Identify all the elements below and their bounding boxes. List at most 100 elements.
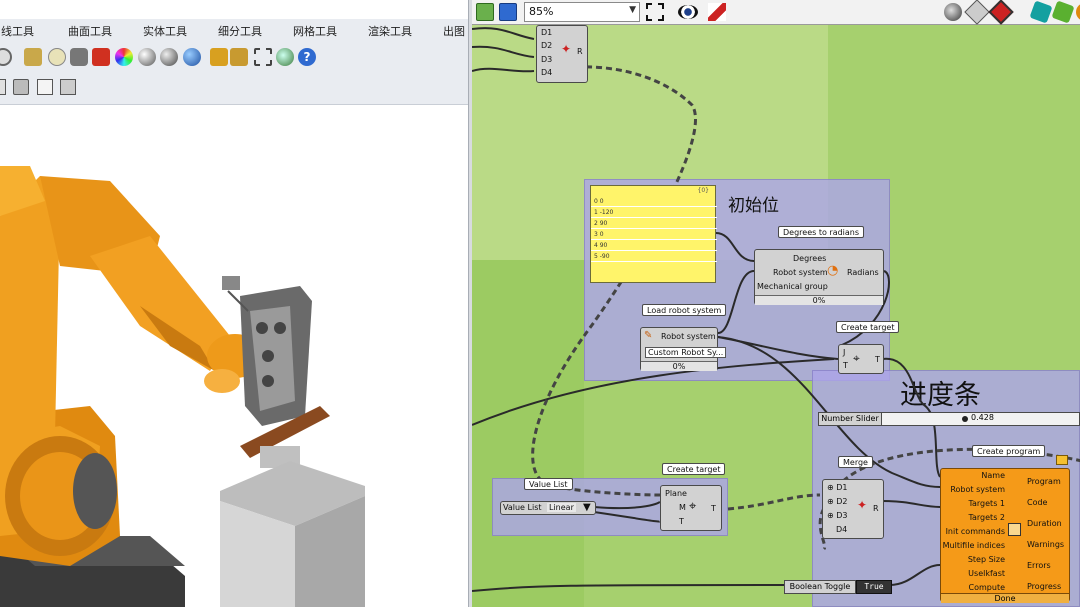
toggle-label: Boolean Toggle bbox=[784, 580, 856, 594]
group-label-progress: 进度条 bbox=[900, 380, 981, 411]
chevron-down-icon: ▼ bbox=[629, 5, 636, 15]
panel-path: {0} bbox=[697, 187, 709, 194]
print-icon[interactable] bbox=[13, 79, 29, 95]
selected-only-icon[interactable] bbox=[1029, 0, 1053, 24]
create-target-top-component[interactable]: J T ⌖ T bbox=[838, 344, 884, 374]
render-sphere-icon[interactable] bbox=[160, 48, 178, 66]
help-icon[interactable]: ? bbox=[298, 48, 316, 66]
output-radians: Radians bbox=[847, 268, 879, 277]
input-d4: D4 bbox=[836, 525, 848, 534]
robot-arm-icon: ✎ bbox=[644, 330, 653, 341]
number-slider[interactable]: Number Slider 0.428 bbox=[818, 412, 1080, 426]
zoom-level-value: 85% bbox=[529, 5, 554, 18]
save-file-icon[interactable] bbox=[499, 3, 517, 21]
output-t: T bbox=[711, 504, 716, 513]
rhino-window: 曲线工具 曲面工具 实体工具 细分工具 网格工具 渲染工具 出图 ? bbox=[0, 0, 470, 607]
value-list-selected[interactable]: Linear bbox=[547, 503, 576, 512]
globe-icon[interactable] bbox=[276, 48, 294, 66]
load-robot-component[interactable]: ✎ Robot system Custom Robot Sy... 0% bbox=[640, 327, 727, 371]
panel-row: 4 90 bbox=[591, 240, 717, 251]
zoom-level-select[interactable]: 85% ▼ bbox=[524, 2, 640, 22]
preview-mode-icon[interactable] bbox=[944, 3, 962, 21]
output-t: T bbox=[875, 355, 880, 364]
tab-render-tools[interactable]: 渲染工具 bbox=[368, 23, 412, 39]
radians-icon: ◔ bbox=[827, 263, 839, 278]
merge-icon: ✦ bbox=[561, 42, 572, 56]
robot-system-value[interactable]: Custom Robot Sy... bbox=[645, 347, 727, 358]
value-list-label: Value List bbox=[503, 503, 542, 512]
status-icon[interactable] bbox=[1076, 3, 1080, 21]
shaded-preview-icon[interactable] bbox=[988, 0, 1014, 25]
merge-icon: ✦ bbox=[857, 498, 868, 512]
create-program-component[interactable]: Name Robot system Targets 1 Targets 2 In… bbox=[940, 468, 1070, 603]
output-r: R bbox=[577, 47, 583, 56]
preview-eye-icon[interactable] bbox=[678, 5, 698, 19]
slider-label: Number Slider bbox=[818, 412, 882, 426]
tab-layout[interactable]: 出图 bbox=[443, 23, 465, 39]
color-wheel-icon[interactable] bbox=[115, 48, 133, 66]
input-name: Name bbox=[981, 471, 1005, 480]
program-icon bbox=[1008, 523, 1021, 536]
input-plane: Plane bbox=[665, 489, 687, 498]
document-preview-icon[interactable] bbox=[1051, 0, 1075, 24]
merge-title: Merge bbox=[838, 456, 873, 468]
create-target-bottom-component[interactable]: Plane M T ⌖ T bbox=[660, 485, 722, 531]
slider-value: 0.428 bbox=[971, 413, 994, 422]
paint-bucket-icon[interactable] bbox=[92, 48, 110, 66]
tab-mesh-tools[interactable]: 网格工具 bbox=[293, 23, 337, 39]
toggle-value[interactable]: True bbox=[856, 580, 892, 594]
input-m: M bbox=[679, 503, 686, 512]
tab-curve-tools[interactable]: 曲线工具 bbox=[0, 23, 34, 39]
output-duration: Duration bbox=[1027, 519, 1062, 528]
merge-component[interactable]: ⊕ D1 ⊕ D2 ⊕ D3 D4 ✦ R bbox=[822, 479, 884, 539]
input-d1: D1 bbox=[541, 28, 553, 37]
circle-tool-icon[interactable] bbox=[0, 48, 12, 66]
lock-icon[interactable] bbox=[70, 48, 88, 66]
load-progress: 0% bbox=[641, 361, 717, 371]
light-bulb-icon[interactable] bbox=[48, 48, 66, 66]
spotlight-icon[interactable] bbox=[210, 48, 228, 66]
viewport-icon[interactable] bbox=[0, 79, 6, 95]
joint-values-panel[interactable]: {0} 0 0 1 -120 2 90 3 0 4 90 5 -90 bbox=[590, 185, 717, 283]
zoom-extents-icon[interactable] bbox=[646, 3, 664, 21]
gear-icon[interactable] bbox=[230, 48, 248, 66]
output-r: R bbox=[873, 504, 879, 513]
input-d2: D2 bbox=[541, 41, 553, 50]
target-icon: ⌖ bbox=[853, 351, 860, 365]
value-list-title: Value List bbox=[524, 478, 573, 490]
slider-handle[interactable] bbox=[962, 416, 968, 422]
tab-surface-tools[interactable]: 曲面工具 bbox=[68, 23, 112, 39]
input-t: T bbox=[843, 361, 848, 370]
create-program-title: Create program bbox=[972, 445, 1046, 457]
target-icon: ⌖ bbox=[689, 499, 697, 514]
input-mechanical-group: Mechanical group bbox=[757, 282, 828, 291]
top-merge-component[interactable]: D1 D2 D3 D4 ✦ R bbox=[536, 25, 588, 83]
create-target-bottom-title: Create target bbox=[662, 463, 726, 475]
rhino-top-strip bbox=[0, 0, 470, 19]
input-d3: D3 bbox=[541, 55, 553, 64]
output-code: Code bbox=[1027, 498, 1048, 507]
boolean-toggle[interactable]: Boolean Toggle True bbox=[784, 580, 892, 594]
lock-layout-icon[interactable] bbox=[60, 79, 76, 95]
value-list-component[interactable]: Value List Linear ▼ bbox=[500, 501, 596, 515]
tab-subd-tools[interactable]: 细分工具 bbox=[218, 23, 262, 39]
sketch-pen-icon[interactable] bbox=[708, 3, 726, 21]
output-errors: Errors bbox=[1027, 561, 1051, 570]
environment-icon[interactable] bbox=[183, 48, 201, 66]
tab-solid-tools[interactable]: 实体工具 bbox=[143, 23, 187, 39]
layout-icon[interactable] bbox=[37, 79, 53, 95]
input-step-size: Step Size bbox=[967, 555, 1005, 564]
wireframe-icon[interactable] bbox=[964, 0, 990, 25]
gh-canvas-toolbar: 85% ▼ bbox=[472, 0, 1080, 25]
gh-canvas[interactable]: 初始位 进度条 D1 D2 D3 D4 ✦ R {0} 0 0 1 -120 2… bbox=[472, 25, 1080, 607]
deg-progress: 0% bbox=[755, 295, 883, 305]
rhino-3d-viewport[interactable] bbox=[0, 106, 470, 607]
dropdown-arrow-icon[interactable]: ▼ bbox=[583, 502, 591, 513]
snap-icon[interactable] bbox=[254, 48, 272, 66]
open-file-icon[interactable] bbox=[476, 3, 494, 21]
material-sphere-icon[interactable] bbox=[138, 48, 156, 66]
dimension-icon[interactable] bbox=[24, 48, 42, 66]
panel-row: 5 -90 bbox=[591, 251, 717, 262]
input-robot-system: Robot system bbox=[950, 485, 1005, 494]
degrees-to-radians-component[interactable]: Degrees Robot system Mechanical group ◔ … bbox=[754, 249, 884, 305]
